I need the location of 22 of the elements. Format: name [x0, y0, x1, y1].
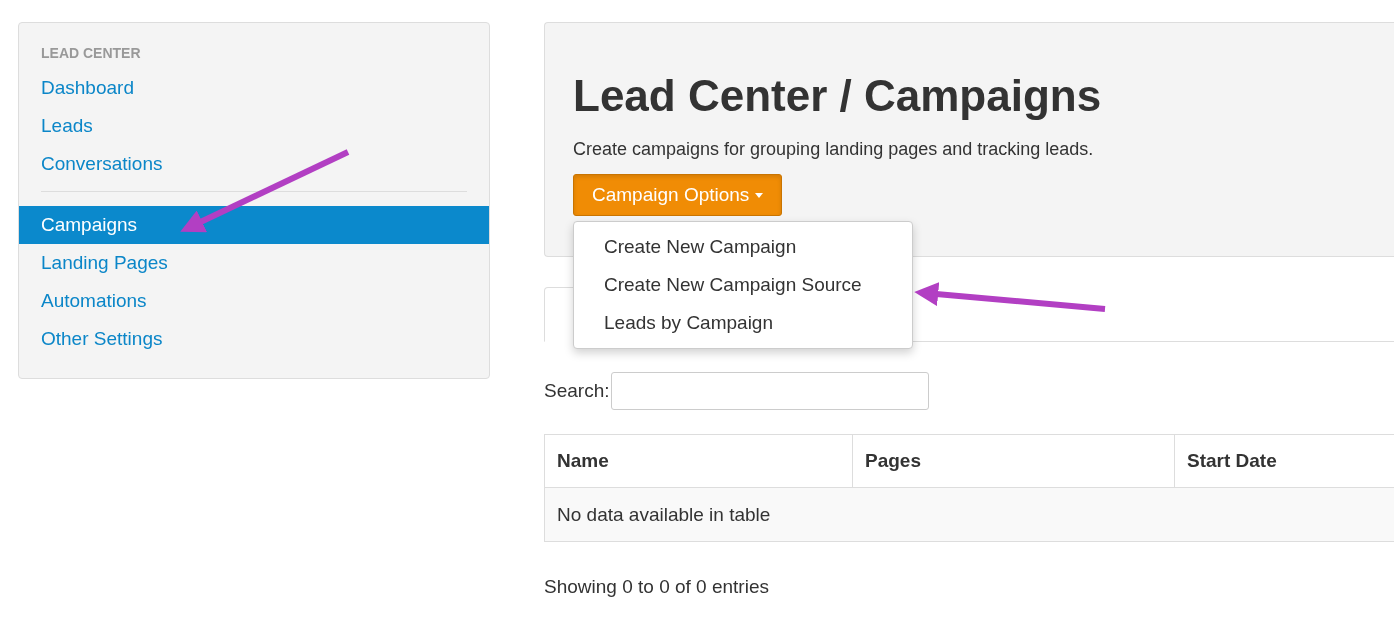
caret-icon: [755, 192, 764, 198]
sidebar-item[interactable]: Conversations: [19, 145, 489, 183]
options-button[interactable]: Campaign Options: [573, 174, 783, 216]
empty-table-message: No data available in table: [544, 487, 1394, 542]
search-field[interactable]: [611, 372, 930, 410]
sidebar-item[interactable]: Automations: [19, 282, 489, 320]
page-title: Lead Center / Campaigns: [573, 71, 1103, 121]
menu-item[interactable]: Create New Campaign: [574, 228, 912, 266]
column-header[interactable]: Pages: [852, 434, 1175, 488]
sidebar-item[interactable]: Other Settings: [19, 320, 489, 358]
menu-item[interactable]: Create New Campaign Source: [574, 266, 912, 304]
menu-item[interactable]: Leads by Campaign: [574, 304, 912, 342]
sidebar-heading: LEAD CENTER: [40, 45, 142, 61]
column-header[interactable]: Start Date: [1174, 434, 1394, 488]
sidebar-item[interactable]: Leads: [19, 107, 489, 145]
sidebar-item[interactable]: Dashboard: [19, 69, 489, 107]
search-label: Search:: [544, 380, 610, 402]
sidebar-item[interactable]: Campaigns: [19, 206, 489, 244]
column-header[interactable]: Name: [544, 434, 853, 488]
page-description: Create campaigns for grouping landing pages and tracking leads.: [573, 139, 1095, 160]
sidebar-item[interactable]: Landing Pages: [19, 244, 489, 282]
table-info: Showing 0 to 0 of 0 entries: [544, 576, 770, 598]
